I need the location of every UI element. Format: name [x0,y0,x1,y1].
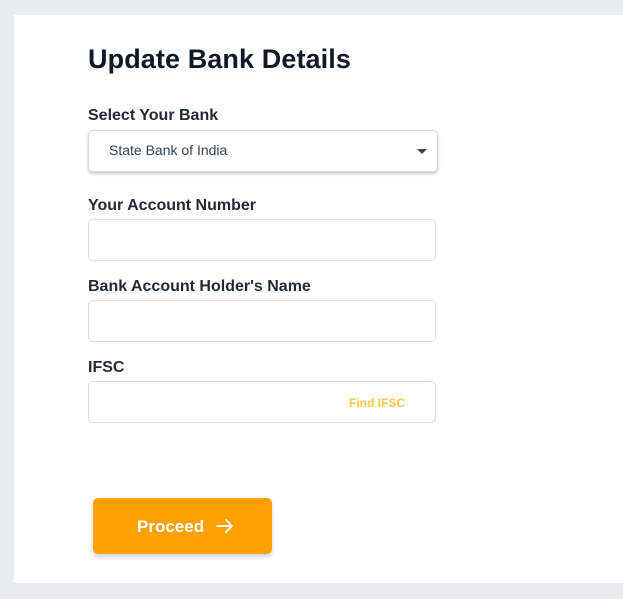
holder-name-field[interactable] [89,301,435,341]
bank-select-value: State Bank of India [109,142,228,158]
find-ifsc-link[interactable]: Find IFSC [349,396,405,410]
holder-name-label: Bank Account Holder's Name [88,278,311,295]
account-number-label: Your Account Number [88,197,257,214]
arrow-right-icon [216,519,233,533]
bank-select-label: Select Your Bank [88,107,219,124]
bank-select[interactable]: State Bank of India [88,130,438,172]
bank-details-card: Update Bank Details Select Your Bank Sta… [14,15,623,583]
proceed-button-label: Proceed [137,517,205,536]
account-number-field-box [88,219,436,261]
account-number-field[interactable] [89,220,435,260]
ifsc-label: IFSC [88,359,125,376]
chevron-down-icon [417,149,427,154]
page-title: Update Bank Details [88,44,351,74]
holder-name-field-box [88,300,436,342]
proceed-button[interactable]: Proceed [93,498,272,554]
ifsc-field-box: Find IFSC [88,381,436,423]
